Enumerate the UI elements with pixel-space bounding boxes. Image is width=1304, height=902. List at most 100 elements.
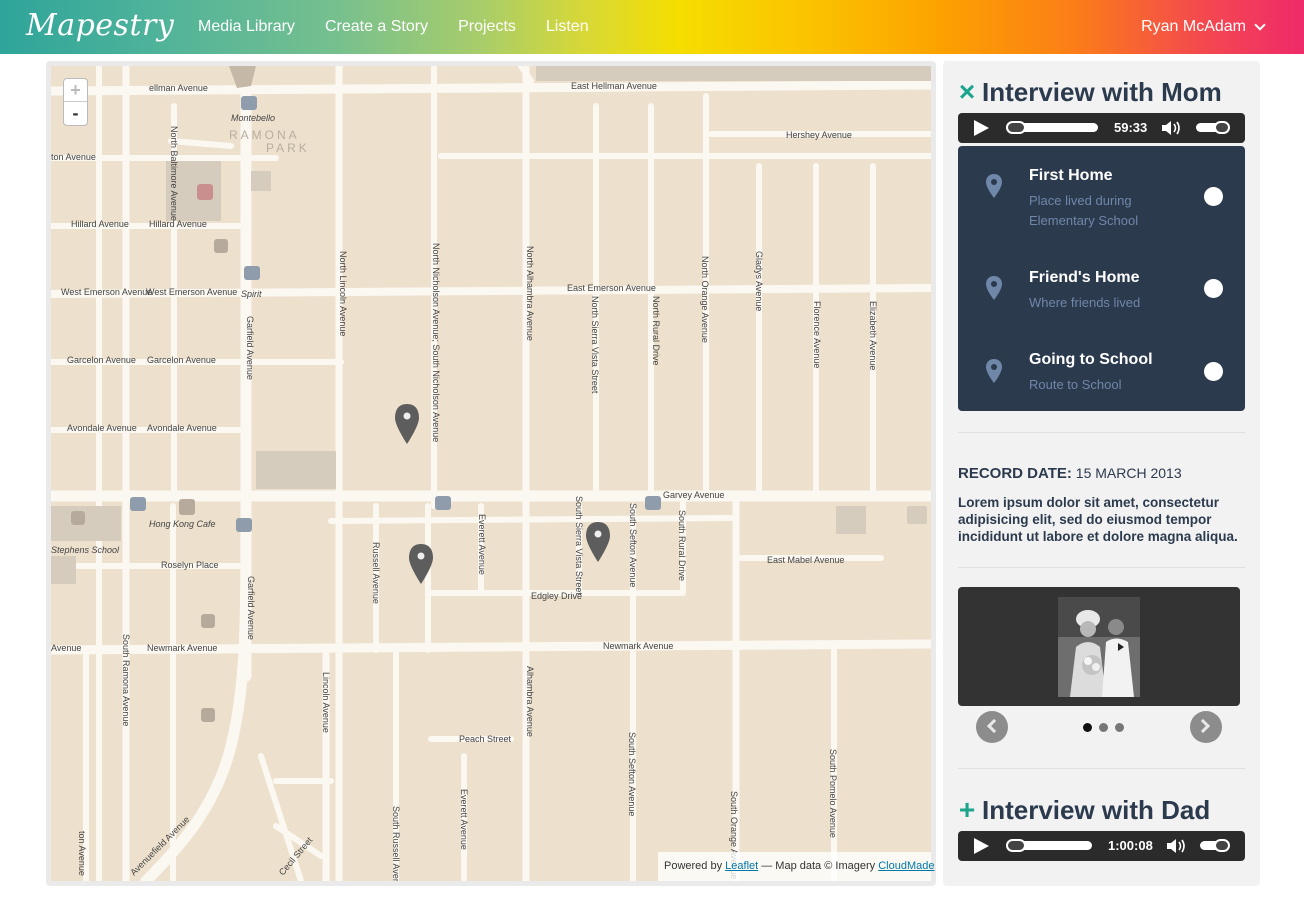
attribution-powered-by: Powered by	[664, 860, 723, 872]
logo[interactable]: Mapestry	[26, 8, 174, 43]
user-name: Ryan McAdam	[1141, 18, 1246, 35]
zoom-control: + -	[63, 78, 88, 126]
point-subtitle: Place lived during Elementary School	[1029, 193, 1139, 228]
map-label: North Nicholson Avenue; South Nicholson …	[431, 243, 441, 442]
point-subtitle: Route to School	[1029, 377, 1122, 392]
map-label: Montebello	[231, 113, 275, 123]
volume-thumb[interactable]	[1214, 839, 1230, 852]
photo-gallery	[958, 587, 1240, 706]
point-radio[interactable]	[1204, 187, 1223, 206]
collapse-icon[interactable]: ×	[958, 76, 976, 108]
duration-text: 1:00:08	[1108, 838, 1153, 853]
record-date: RECORD DATE: 15 MARCH 2013	[958, 465, 1182, 482]
seek-bar[interactable]	[1006, 121, 1098, 134]
map-label: East Emerson Avenue	[567, 283, 656, 293]
point-radio[interactable]	[1204, 279, 1223, 298]
point-title: First Home	[1029, 167, 1113, 184]
map-label: Florence Avenue	[812, 301, 822, 368]
divider	[958, 567, 1245, 568]
expand-icon[interactable]: +	[958, 794, 976, 826]
volume-thumb[interactable]	[1214, 121, 1230, 134]
map-label: Stephens School	[51, 545, 120, 555]
map-label: ton Avenue	[77, 831, 87, 876]
chevron-left-icon	[986, 718, 1002, 734]
audio-player-mom: 59:33	[958, 113, 1245, 143]
leaflet-link[interactable]: Leaflet	[725, 860, 758, 872]
point-title: Going to School	[1029, 351, 1153, 368]
point-subtitle: Where friends lived	[1029, 295, 1141, 310]
point-title: Friend's Home	[1029, 269, 1140, 286]
map-label: Lincoln Avenue	[321, 672, 331, 733]
story-points-list: First Home Place lived during Elementary…	[958, 146, 1245, 411]
nav-create-story[interactable]: Create a Story	[325, 18, 428, 36]
map-label: RAMONA	[229, 128, 300, 142]
divider	[958, 432, 1245, 433]
map-label: North Baltimore Avenue	[169, 126, 179, 221]
nav-projects[interactable]: Projects	[458, 18, 516, 36]
volume-icon[interactable]	[1161, 120, 1183, 136]
map-label: Peach Street	[459, 734, 512, 744]
map-label: Newmark Avenue	[603, 641, 673, 651]
map-label: Garcelon Avenue	[67, 355, 136, 365]
map-label: Everett Avenue	[477, 514, 487, 575]
duration-text: 59:33	[1114, 120, 1148, 135]
map-label: North Lincoln Avenue	[338, 251, 348, 336]
map-label: North Sierra Vista Street	[590, 296, 600, 394]
map-label: Hong Kong Cafe	[149, 519, 216, 529]
attribution-imagery: Imagery	[835, 860, 876, 872]
map-label: South Russell Avenue	[391, 806, 401, 881]
play-icon[interactable]	[974, 120, 989, 136]
map-label: Garfield Avenue	[246, 576, 256, 640]
top-nav-bar: Mapestry Media Library Create a Story Pr…	[0, 0, 1304, 54]
map-label: South Pomelo Avenue	[828, 749, 838, 838]
cloudmade-link[interactable]: CloudMade	[878, 860, 934, 872]
map-label: Spirit	[241, 289, 262, 299]
map-label: Alhambra Avenue	[525, 666, 535, 737]
map-label: South Sefton Avenue	[628, 503, 638, 587]
map-label: South Ramona Avenue	[121, 634, 131, 726]
map-label: Hershey Avenue	[786, 130, 852, 140]
nav-listen[interactable]: Listen	[546, 18, 589, 36]
chevron-right-icon	[1195, 718, 1211, 734]
gallery-dot[interactable]	[1083, 723, 1092, 732]
audio-player-dad: 1:00:08	[958, 831, 1245, 861]
wedding-photo[interactable]	[1058, 597, 1140, 697]
map-attribution: Powered by Leaflet — Map data © Imagery …	[658, 852, 934, 881]
story-title-mom[interactable]: × Interview with Mom	[958, 76, 1222, 108]
map-label: East Mabel Avenue	[767, 555, 844, 565]
gallery-prev-button[interactable]	[976, 711, 1008, 743]
nav-media-library[interactable]: Media Library	[198, 18, 295, 36]
map-label: PARK	[266, 141, 310, 155]
chevron-down-icon	[1254, 18, 1266, 31]
map-label: Garcelon Avenue	[147, 355, 216, 365]
map-label: ellman Avenue	[149, 83, 208, 93]
story-title-dad[interactable]: + Interview with Dad	[958, 794, 1210, 826]
map-streets: ellman Avenue East Hellman Avenue Hershey …	[51, 66, 931, 881]
divider	[958, 768, 1245, 769]
map-canvas[interactable]: ellman Avenue East Hellman Avenue Hershey …	[51, 66, 931, 881]
record-date-label: RECORD DATE:	[958, 465, 1072, 482]
map-label: Elizabeth Avenue	[868, 301, 878, 370]
map-label: Avenue	[51, 643, 81, 653]
gallery-dot[interactable]	[1115, 723, 1124, 732]
zoom-out-button[interactable]: -	[64, 102, 87, 125]
gallery-dot[interactable]	[1099, 723, 1108, 732]
play-icon[interactable]	[974, 838, 989, 854]
volume-slider[interactable]	[1200, 839, 1230, 852]
zoom-in-button[interactable]: +	[64, 79, 87, 102]
user-menu[interactable]: Ryan McAdam	[1141, 18, 1266, 36]
record-date-value: 15 MARCH 2013	[1075, 465, 1182, 481]
map-label: North Rural Drive	[651, 296, 661, 366]
attribution-separator: — Map data ©	[761, 860, 833, 872]
point-radio[interactable]	[1204, 362, 1223, 381]
volume-icon[interactable]	[1166, 838, 1188, 854]
location-pin-icon	[986, 174, 1002, 198]
gallery-next-button[interactable]	[1190, 711, 1222, 743]
seek-thumb[interactable]	[1006, 121, 1026, 134]
photo-image	[1058, 597, 1140, 697]
location-pin-icon	[986, 359, 1002, 383]
seek-thumb[interactable]	[1006, 839, 1026, 852]
seek-bar[interactable]	[1006, 839, 1092, 852]
volume-slider[interactable]	[1196, 121, 1230, 134]
map-label: Hillard Avenue	[71, 219, 129, 229]
